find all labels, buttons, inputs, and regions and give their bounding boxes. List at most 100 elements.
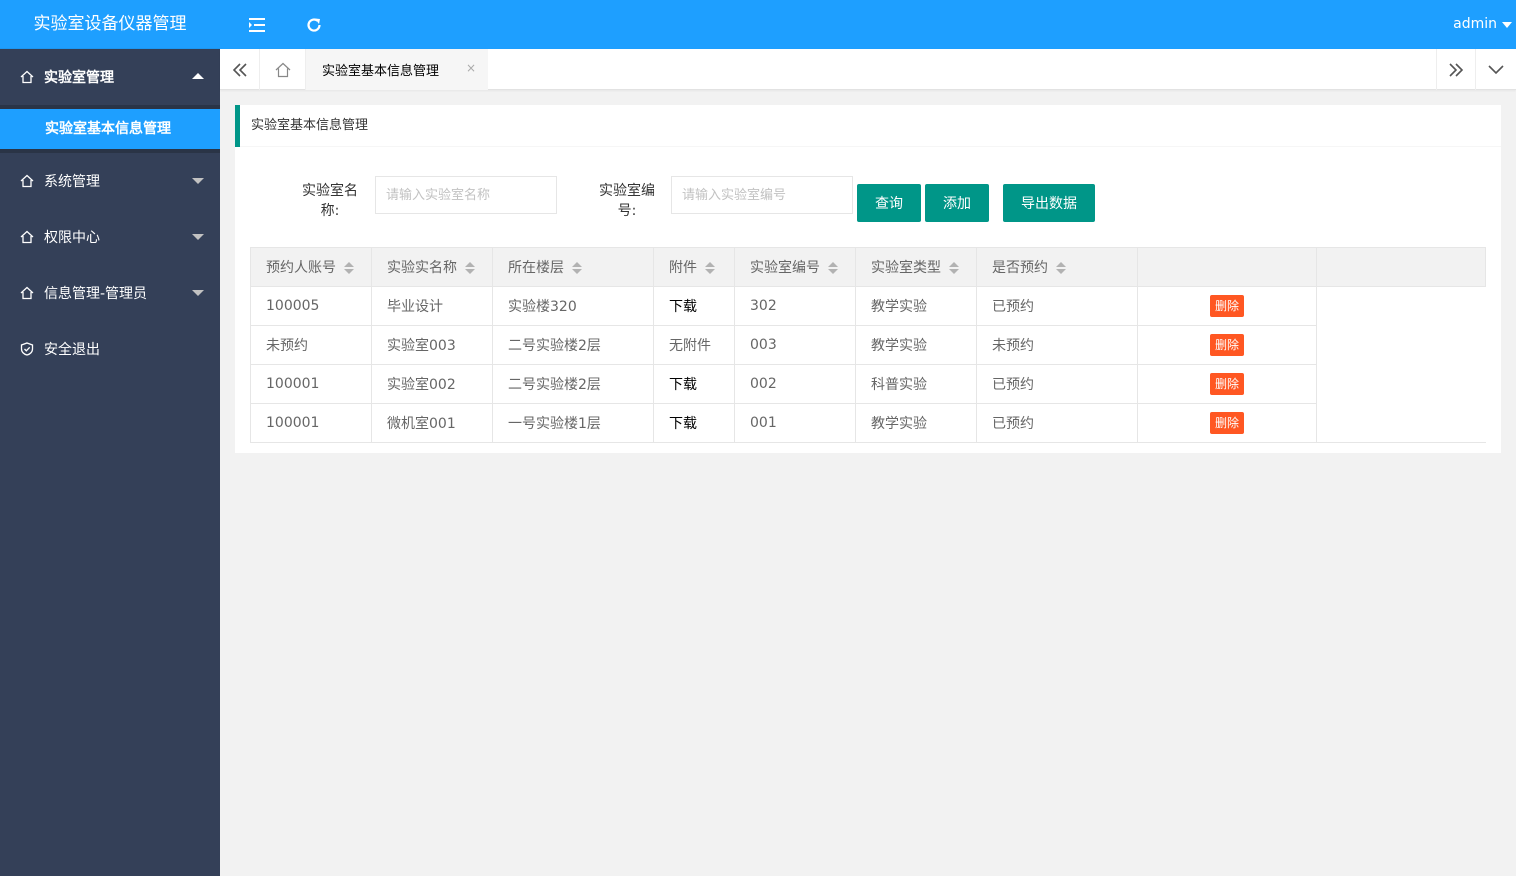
sort-icon[interactable] bbox=[1056, 262, 1066, 274]
cell-lab-name: 毕业设计 bbox=[371, 286, 493, 326]
header-label: 附件 bbox=[669, 260, 697, 276]
cell-lab-name: 微机室001 bbox=[371, 403, 493, 443]
home-tab-icon[interactable] bbox=[260, 49, 306, 90]
refresh-icon[interactable] bbox=[302, 13, 326, 37]
home-icon bbox=[20, 230, 34, 244]
table-row: 100001 实验室002 二号实验楼2层 下载 002 科普实验 已预约 删除 bbox=[250, 364, 1486, 404]
cell-lab-name: 实验室003 bbox=[371, 325, 493, 365]
sort-icon[interactable] bbox=[344, 262, 354, 274]
cell-floor: 一号实验楼1层 bbox=[492, 403, 654, 443]
sidebar-item-label: 信息管理-管理员 bbox=[44, 286, 148, 302]
tabs-bar: 实验室基本信息管理 × bbox=[220, 49, 1516, 90]
caret-down-icon bbox=[1502, 21, 1512, 28]
sort-icon[interactable] bbox=[828, 262, 838, 274]
cell-empty bbox=[1316, 364, 1486, 404]
delete-button[interactable]: 删除 bbox=[1209, 373, 1244, 395]
column-header[interactable]: 所在楼层 bbox=[492, 247, 654, 287]
cell-actions: 删除 bbox=[1137, 403, 1317, 443]
column-header-empty bbox=[1316, 247, 1486, 287]
tab-label: 实验室基本信息管理 bbox=[322, 64, 440, 79]
app-title: 实验室设备仪器管理 bbox=[0, 0, 220, 49]
cell-account: 100001 bbox=[250, 364, 372, 404]
menu-toggle-icon[interactable] bbox=[246, 13, 270, 37]
home-icon bbox=[20, 286, 34, 300]
download-link[interactable]: 下载 bbox=[653, 403, 735, 443]
name-label-line2: 称: bbox=[320, 203, 340, 219]
export-button[interactable]: 导出数据 bbox=[1003, 184, 1095, 222]
cell-attachment: 无附件 bbox=[653, 325, 735, 365]
submenu: 实验室基本信息管理 bbox=[0, 105, 220, 153]
cell-lab-code: 001 bbox=[734, 403, 856, 443]
user-name: admin bbox=[1453, 16, 1497, 32]
cell-floor: 实验楼320 bbox=[492, 286, 654, 326]
cell-empty bbox=[1316, 286, 1486, 326]
name-label: 实验室名 称: bbox=[295, 181, 365, 221]
header-label: 所在楼层 bbox=[508, 260, 564, 276]
download-link[interactable]: 下载 bbox=[653, 286, 735, 326]
lab-code-input[interactable] bbox=[671, 176, 853, 214]
query-button[interactable]: 查询 bbox=[857, 184, 921, 222]
cell-empty bbox=[1316, 403, 1486, 443]
header-label: 实验室编号 bbox=[750, 260, 820, 276]
sort-icon[interactable] bbox=[572, 262, 582, 274]
home-icon bbox=[20, 70, 34, 84]
table-header-row: 预约人账号 实验实名称 所在楼层 附件 实验室编号 实验室类型 是否预约 bbox=[250, 247, 1486, 287]
sort-icon[interactable] bbox=[949, 262, 959, 274]
cell-account: 未预约 bbox=[250, 325, 372, 365]
chevron-down-icon bbox=[192, 290, 204, 296]
user-menu[interactable]: admin bbox=[1453, 0, 1512, 49]
delete-button[interactable]: 删除 bbox=[1209, 334, 1244, 356]
chevron-up-icon bbox=[192, 73, 204, 79]
cell-lab-type: 教学实验 bbox=[855, 403, 977, 443]
column-header[interactable]: 预约人账号 bbox=[250, 247, 372, 287]
table-row: 未预约 实验室003 二号实验楼2层 无附件 003 教学实验 未预约 删除 bbox=[250, 325, 1486, 365]
cell-reserved: 未预约 bbox=[976, 325, 1138, 365]
chevron-down-icon bbox=[192, 178, 204, 184]
shield-check-icon bbox=[20, 342, 34, 356]
column-header[interactable]: 实验实名称 bbox=[371, 247, 493, 287]
code-label-line2: 号: bbox=[617, 203, 637, 219]
cell-reserved: 已预约 bbox=[976, 286, 1138, 326]
download-link[interactable]: 下载 bbox=[653, 364, 735, 404]
tabs-dropdown-icon[interactable] bbox=[1476, 49, 1516, 90]
sort-icon[interactable] bbox=[465, 262, 475, 274]
delete-button[interactable]: 删除 bbox=[1209, 295, 1244, 317]
delete-button[interactable]: 删除 bbox=[1209, 412, 1244, 434]
sort-icon[interactable] bbox=[705, 262, 715, 274]
tab-lab-info[interactable]: 实验室基本信息管理 × bbox=[306, 49, 488, 90]
sidebar-item-lab-management[interactable]: 实验室管理 bbox=[0, 49, 220, 105]
column-header-actions bbox=[1137, 247, 1317, 287]
cell-floor: 二号实验楼2层 bbox=[492, 364, 654, 404]
cell-actions: 删除 bbox=[1137, 364, 1317, 404]
cell-floor: 二号实验楼2层 bbox=[492, 325, 654, 365]
cell-lab-code: 002 bbox=[734, 364, 856, 404]
sidebar-item-label: 实验室管理 bbox=[44, 70, 114, 86]
sidebar-item-logout[interactable]: 安全退出 bbox=[0, 321, 220, 377]
cell-reserved: 已预约 bbox=[976, 364, 1138, 404]
name-label-line1: 实验室名 bbox=[302, 183, 358, 199]
cell-lab-type: 科普实验 bbox=[855, 364, 977, 404]
lab-name-input[interactable] bbox=[375, 176, 557, 214]
cell-empty bbox=[1316, 325, 1486, 365]
close-icon[interactable]: × bbox=[466, 61, 476, 75]
sidebar-item-label: 权限中心 bbox=[44, 230, 100, 246]
add-button[interactable]: 添加 bbox=[925, 184, 989, 222]
column-header[interactable]: 实验室类型 bbox=[855, 247, 977, 287]
sidebar-item-info-admin[interactable]: 信息管理-管理员 bbox=[0, 265, 220, 321]
scroll-left-icon[interactable] bbox=[220, 49, 260, 90]
sidebar-item-permissions[interactable]: 权限中心 bbox=[0, 209, 220, 265]
content-card: 实验室基本信息管理 实验室名 称: 实验室编 号: 查询 添加 导出数据 预约人… bbox=[235, 105, 1501, 453]
table-row: 100001 微机室001 一号实验楼1层 下载 001 教学实验 已预约 删除 bbox=[250, 403, 1486, 443]
cell-lab-type: 教学实验 bbox=[855, 286, 977, 326]
scroll-right-icon[interactable] bbox=[1436, 49, 1476, 90]
column-header[interactable]: 实验室编号 bbox=[734, 247, 856, 287]
sidebar-item-system[interactable]: 系统管理 bbox=[0, 153, 220, 209]
column-header[interactable]: 是否预约 bbox=[976, 247, 1138, 287]
sidebar-item-label: 安全退出 bbox=[44, 342, 100, 358]
table-row: 100005 毕业设计 实验楼320 下载 302 教学实验 已预约 删除 bbox=[250, 286, 1486, 326]
header-label: 实验室类型 bbox=[871, 260, 941, 276]
cell-account: 100005 bbox=[250, 286, 372, 326]
header-label: 预约人账号 bbox=[266, 260, 336, 276]
column-header[interactable]: 附件 bbox=[653, 247, 735, 287]
sidebar-subitem-lab-info[interactable]: 实验室基本信息管理 bbox=[0, 109, 220, 149]
